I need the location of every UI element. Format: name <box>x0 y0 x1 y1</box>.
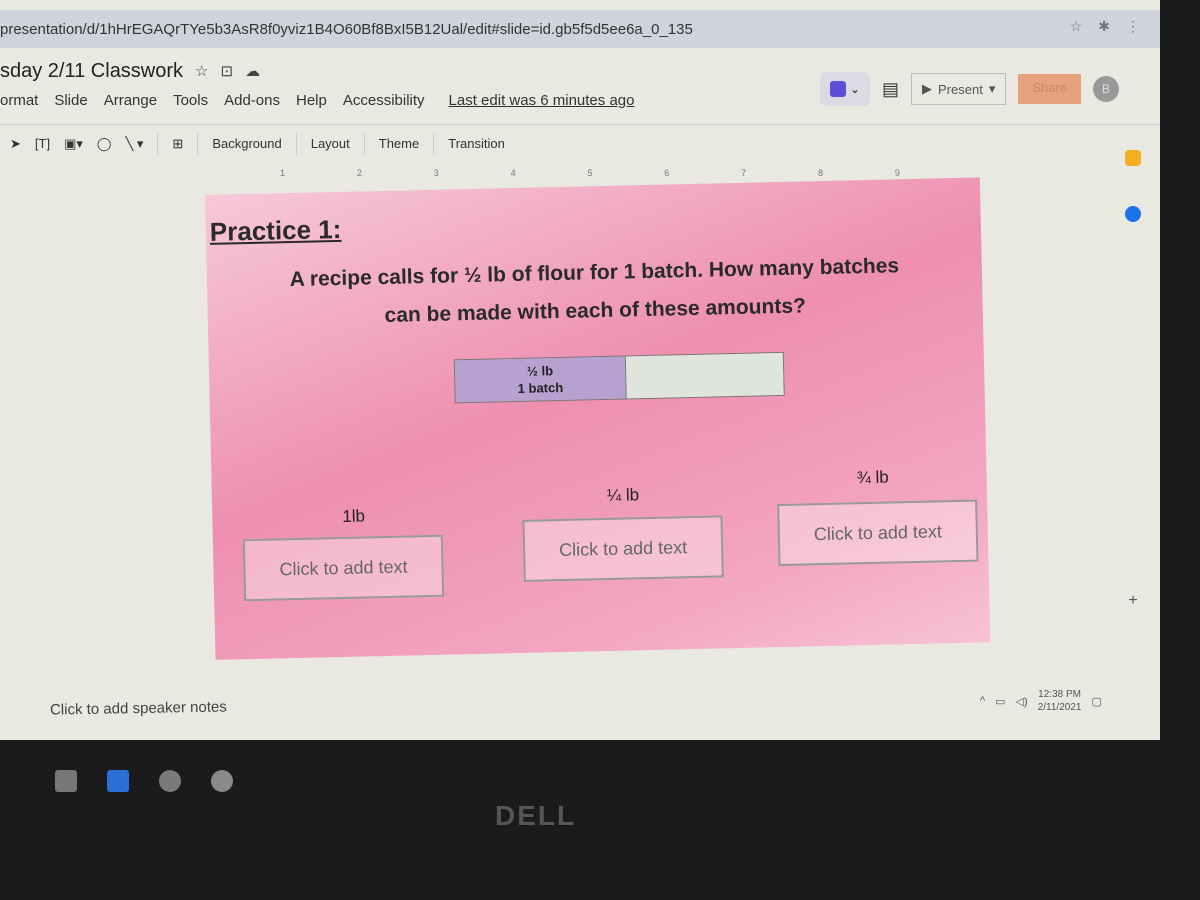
volume-icon[interactable]: ◁) <box>1016 695 1028 708</box>
share-label: Share <box>1032 80 1068 95</box>
ruler-tick: 8 <box>818 168 824 178</box>
clock[interactable]: 12:38 PM 2/11/2021 <box>1038 688 1082 714</box>
menu-bar: ormat Slide Arrange Tools Add-ons Help A… <box>0 92 634 109</box>
chrome-icon[interactable] <box>211 770 233 792</box>
ruler-tick: 5 <box>587 168 593 178</box>
dropdown-icon[interactable]: ▾ <box>989 81 996 97</box>
cloud-status-icon[interactable]: ☁ <box>245 62 260 80</box>
tape-empty-part <box>624 352 784 399</box>
layout-button[interactable]: Layout <box>311 136 350 151</box>
slide-canvas[interactable]: Practice 1: A recipe calls for ½ lb of f… <box>205 177 991 660</box>
image-icon[interactable]: ▣▾ <box>64 136 83 152</box>
date: 2/11/2021 <box>1037 702 1082 713</box>
time: 12:38 PM <box>1038 689 1081 700</box>
menu-addons[interactable]: Add-ons <box>224 92 280 109</box>
present-label: Present <box>938 81 983 97</box>
ruler-tick: 2 <box>356 168 362 178</box>
speaker-notes[interactable]: Click to add speaker notes <box>50 698 227 718</box>
extension-icon[interactable]: ✱ <box>1098 18 1110 35</box>
ruler-tick: 9 <box>894 168 900 178</box>
menu-help[interactable]: Help <box>296 92 327 109</box>
line-icon[interactable]: ╲ ▾ <box>125 136 143 152</box>
share-button[interactable]: Share <box>1018 74 1082 104</box>
star-icon[interactable]: ☆ <box>1070 18 1083 35</box>
url-text[interactable]: presentation/d/1hHrEGAQrTYe5b3AsR8f0yviz… <box>0 21 693 38</box>
add-icon[interactable]: + <box>1128 592 1137 610</box>
menu-icon[interactable]: ⋮ <box>1126 18 1140 35</box>
document-title[interactable]: sday 2/11 Classwork <box>0 60 183 83</box>
chrome-icon[interactable] <box>159 770 181 792</box>
star-icon[interactable]: ☆ <box>195 62 208 80</box>
side-panel: + <box>1125 150 1141 610</box>
move-folder-icon[interactable]: ⊡ <box>221 62 234 80</box>
amount-label-1[interactable]: 1lb <box>342 506 365 527</box>
comment-add-icon[interactable]: ⊞ <box>172 136 183 152</box>
notifications-icon[interactable]: ▢ <box>1091 695 1101 708</box>
ruler-tick: 7 <box>741 168 747 178</box>
tape-batch: 1 batch <box>517 379 564 396</box>
textbox-icon[interactable]: [T] <box>35 136 50 151</box>
address-bar[interactable]: presentation/d/1hHrEGAQrTYe5b3AsR8f0yviz… <box>0 10 1160 48</box>
chevron-up-icon[interactable]: ^ <box>980 695 985 707</box>
addon-button[interactable]: ⌄ <box>820 72 870 106</box>
store-icon[interactable] <box>55 770 77 792</box>
transition-button[interactable]: Transition <box>448 136 505 151</box>
avatar[interactable]: B <box>1093 76 1120 102</box>
last-edit-link[interactable]: Last edit was 6 minutes ago <box>449 92 635 109</box>
ruler: 1 2 3 4 5 6 7 8 9 <box>200 168 980 178</box>
dell-logo: DELL <box>495 800 577 831</box>
menu-tools[interactable]: Tools <box>173 92 208 109</box>
shape-icon[interactable]: ◯ <box>97 136 112 152</box>
ruler-tick: 3 <box>433 168 439 178</box>
screen: presentation/d/1hHrEGAQrTYe5b3AsR8f0yviz… <box>0 0 1160 740</box>
amount-label-3[interactable]: ¾ lb <box>856 468 889 489</box>
answer-box-1[interactable]: Click to add text <box>242 534 445 602</box>
toolbar: ➤ [T] ▣▾ ◯ ╲ ▾ ⊞ Background Layout Theme… <box>0 124 1160 162</box>
tasks-icon[interactable] <box>1125 206 1141 222</box>
tape-diagram[interactable]: ½ lb 1 batch <box>453 351 785 404</box>
answer-box-2[interactable]: Click to add text <box>522 515 724 582</box>
menu-slide[interactable]: Slide <box>54 92 87 109</box>
meet-icon[interactable] <box>107 770 129 792</box>
question-text[interactable]: A recipe calls for ½ lb of flour for 1 b… <box>207 245 984 339</box>
menu-format[interactable]: ormat <box>0 92 38 109</box>
theme-button[interactable]: Theme <box>379 136 419 151</box>
ruler-tick: 1 <box>280 168 286 178</box>
comments-icon[interactable]: ▤ <box>882 79 899 100</box>
menu-accessibility[interactable]: Accessibility <box>343 92 425 109</box>
chevron-down-icon: ⌄ <box>850 83 860 96</box>
ruler-tick: 4 <box>510 168 516 178</box>
puzzle-icon <box>830 81 847 97</box>
keep-icon[interactable] <box>1125 150 1141 166</box>
answer-box-3[interactable]: Click to add text <box>777 499 979 567</box>
taskbar <box>0 770 233 792</box>
present-button[interactable]: ▶ Present ▾ <box>911 73 1007 105</box>
slide-title[interactable]: Practice 1: <box>209 214 341 248</box>
amount-label-2[interactable]: ¼ lb <box>607 485 640 506</box>
play-icon: ▶ <box>922 81 933 96</box>
select-icon[interactable]: ➤ <box>10 136 21 152</box>
ruler-tick: 6 <box>664 168 670 178</box>
background-button[interactable]: Background <box>212 136 281 151</box>
battery-icon[interactable]: ▭ <box>995 695 1005 708</box>
system-tray: ^ ▭ ◁) 12:38 PM 2/11/2021 ▢ <box>980 688 1102 714</box>
menu-arrange[interactable]: Arrange <box>104 92 157 109</box>
tape-filled-part: ½ lb 1 batch <box>454 356 626 403</box>
